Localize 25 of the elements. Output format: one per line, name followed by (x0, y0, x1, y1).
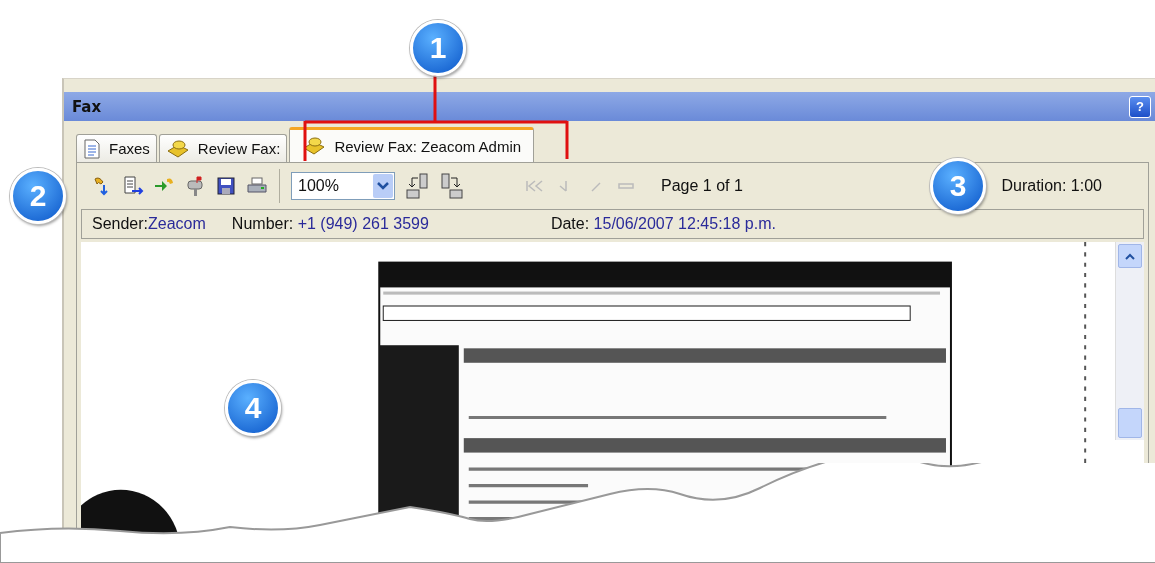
tab[interactable]: Review Fax: Zeacom Admin (289, 127, 535, 162)
callout-number: 1 (410, 20, 466, 76)
rotate-left-icon[interactable] (404, 172, 430, 200)
document-icon (83, 138, 101, 159)
duration-text: Duration: 1:00 (1001, 177, 1102, 195)
window-title: Fax (72, 97, 102, 116)
page-indicator: Page 1 of 1 (661, 177, 743, 195)
scrollbar[interactable] (1115, 242, 1144, 440)
save-icon[interactable] (215, 175, 237, 197)
fax-machine-icon (165, 138, 190, 159)
mailbox-icon[interactable] (184, 175, 206, 197)
zoom-dropdown[interactable]: 100% (291, 172, 395, 200)
help-button[interactable]: ? (1129, 95, 1151, 118)
rotate-right-icon[interactable] (439, 172, 465, 200)
date-text: Date: 15/06/2007 12:45:18 p.m. (550, 215, 776, 233)
number-text: Number: +1 (949) 261 3599 (231, 215, 429, 233)
callout-number: 2 (10, 168, 66, 224)
document-arrow-icon[interactable] (122, 175, 144, 197)
tab[interactable]: Faxes (76, 134, 157, 162)
chevron-down-icon (377, 182, 389, 190)
chevron-up-icon (1125, 252, 1135, 260)
scroll-up-button[interactable] (1118, 244, 1142, 268)
scroll-thumb[interactable] (1118, 408, 1142, 438)
sender-text: Sender:Zeacom (92, 215, 206, 233)
tab[interactable]: Review Fax: (158, 134, 288, 162)
